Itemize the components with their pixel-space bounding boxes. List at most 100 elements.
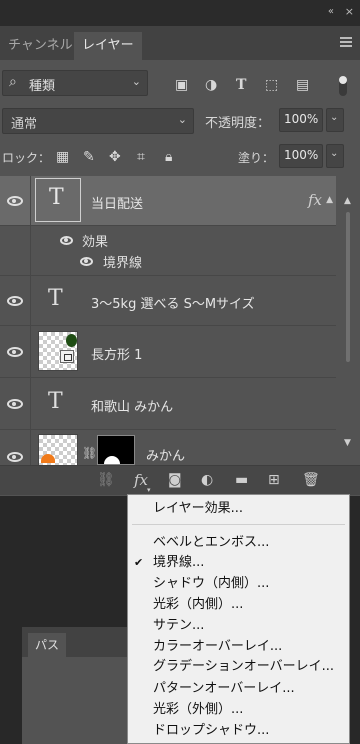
- layer-list-scrollbar[interactable]: ▲ ▼: [336, 176, 360, 465]
- menu-item-satin[interactable]: サテン...: [128, 616, 349, 636]
- divider: [30, 176, 31, 225]
- fill-label: 塗り：: [238, 151, 275, 165]
- filter-kind-select[interactable]: ⌕ 種類 ⌄: [2, 70, 148, 96]
- lock-label: ロック：: [2, 151, 51, 165]
- menu-separator: [132, 524, 345, 525]
- layer-row-1[interactable]: T 当日配送 fx ▲: [0, 176, 336, 226]
- layer-row-2[interactable]: T 3～5kg 選べる S～Mサイズ: [0, 276, 336, 326]
- layer-name[interactable]: 長方形 1: [91, 344, 142, 363]
- filter-kind-label: 種類: [29, 79, 56, 94]
- layer-row-4[interactable]: T 和歌山 みかん: [0, 378, 336, 430]
- effects-group: 効果 境界線: [0, 226, 336, 276]
- close-icon[interactable]: ×: [345, 5, 354, 18]
- type-icon: T: [48, 286, 63, 311]
- layer-mask-thumbnail[interactable]: [97, 435, 135, 465]
- chevron-down-icon: ⌄: [131, 75, 141, 88]
- divider: [30, 430, 31, 465]
- scroll-up-icon[interactable]: ▲: [344, 196, 351, 206]
- new-layer-icon[interactable]: ⊞: [268, 472, 280, 488]
- fx-icon[interactable]: fx: [134, 472, 148, 488]
- new-group-icon[interactable]: ▬: [235, 472, 248, 488]
- type-icon: T: [49, 185, 64, 210]
- divider: [30, 326, 31, 377]
- fill-value: 100%: [284, 148, 319, 162]
- layer-effects-menu: レイヤー効果... ベベルとエンボス... 境界線... シャドウ（内側）...…: [127, 494, 350, 744]
- scroll-thumb[interactable]: [346, 212, 350, 362]
- fill-dropdown[interactable]: ⌄: [326, 144, 344, 168]
- search-icon: ⌕: [9, 74, 17, 90]
- type-filter-icon[interactable]: T: [236, 77, 246, 93]
- menu-item-gradient-overlay[interactable]: グラデーションオーバーレイ...: [128, 657, 349, 677]
- visibility-eye-icon[interactable]: [7, 196, 23, 206]
- layer-name[interactable]: 和歌山 みかん: [91, 396, 173, 415]
- paths-panel: パス: [22, 627, 132, 744]
- layers-bottom-bar: ⛓︎ fx ▾ ◙ ◐ ▬ ⊞ 🗑︎: [0, 465, 360, 495]
- stroke-effect-eye-icon[interactable]: [80, 257, 93, 266]
- image-filter-icon[interactable]: ▣: [175, 77, 188, 93]
- visibility-eye-icon[interactable]: [7, 452, 23, 462]
- opacity-dropdown[interactable]: ⌄: [326, 108, 344, 132]
- menu-item-layer-effects[interactable]: レイヤー効果...: [128, 499, 349, 519]
- blend-mode-select[interactable]: 通常 ⌄: [2, 108, 194, 134]
- trash-icon[interactable]: 🗑︎: [302, 472, 320, 488]
- visibility-eye-icon[interactable]: [7, 347, 23, 357]
- shape-filter-icon[interactable]: ⬚: [265, 77, 278, 93]
- adjustment-layer-icon[interactable]: ◐: [201, 472, 213, 488]
- menu-item-inner-glow[interactable]: 光彩（内側）...: [128, 595, 349, 615]
- panel-dock-header: « ×: [0, 0, 360, 26]
- scroll-down-icon[interactable]: ▼: [344, 438, 351, 448]
- stroke-effect-label[interactable]: 境界線: [103, 252, 142, 271]
- filter-toggle[interactable]: [339, 76, 347, 96]
- adjustment-filter-icon[interactable]: ◑: [205, 77, 217, 93]
- paths-panel-tabs: パス: [22, 627, 132, 657]
- lock-transparency-icon[interactable]: ▦: [56, 149, 69, 165]
- menu-item-outer-glow[interactable]: 光彩（外側）...: [128, 700, 349, 720]
- tab-paths[interactable]: パス: [28, 633, 66, 657]
- smart-object-filter-icon[interactable]: ▤: [296, 77, 309, 93]
- fill-input[interactable]: 100%: [279, 144, 323, 168]
- menu-item-inner-shadow[interactable]: シャドウ（内側）...: [128, 574, 349, 594]
- link-icon[interactable]: ⛓︎: [82, 446, 97, 460]
- blend-mode-value: 通常: [11, 117, 38, 132]
- fx-icon[interactable]: fx: [308, 191, 322, 209]
- add-mask-icon[interactable]: ◙: [168, 472, 182, 488]
- menu-item-bevel-emboss[interactable]: ベベルとエンボス...: [128, 533, 349, 553]
- opacity-label: 不透明度：: [205, 116, 271, 131]
- layers-panel: チャンネル レイヤー ⌕ 種類 ⌄ ▣ ◑ T ⬚ ▤ 通常 ⌄ 不透明度： 1…: [0, 26, 360, 496]
- orange-preview: [41, 454, 55, 463]
- shape-layer-icon: [60, 350, 74, 363]
- menu-item-pattern-overlay[interactable]: パターンオーバーレイ...: [128, 679, 349, 699]
- visibility-eye-icon[interactable]: [7, 399, 23, 409]
- link-layers-icon[interactable]: ⛓︎: [97, 472, 115, 488]
- layer-row-3[interactable]: 長方形 1: [0, 326, 336, 378]
- layer-name[interactable]: 3～5kg 選べる S～Mサイズ: [91, 293, 255, 312]
- layer-row-5[interactable]: ⛓︎ みかん: [0, 430, 336, 465]
- collapse-panels-icon[interactable]: «: [328, 6, 334, 17]
- panel-menu-icon[interactable]: [340, 37, 352, 47]
- blend-row: 通常 ⌄ 不透明度： 100% ⌄: [0, 108, 360, 136]
- layer-name[interactable]: 当日配送: [91, 193, 143, 212]
- lock-row: ロック： ▦ ✎ ✥ ⌗ 🔒︎ 塗り： 100% ⌄: [0, 142, 360, 172]
- menu-item-color-overlay[interactable]: カラーオーバーレイ...: [128, 637, 349, 657]
- visibility-eye-icon[interactable]: [7, 296, 23, 306]
- lock-position-icon[interactable]: ✥: [109, 149, 121, 165]
- divider: [30, 226, 31, 275]
- menu-item-drop-shadow[interactable]: ドロップシャドウ...: [128, 721, 349, 741]
- layer-name[interactable]: みかん: [146, 445, 185, 464]
- opacity-input[interactable]: 100%: [279, 108, 323, 132]
- type-icon: T: [48, 389, 63, 414]
- lock-all-icon[interactable]: 🔒︎: [165, 149, 172, 165]
- opacity-value: 100%: [284, 112, 319, 126]
- chevron-down-icon: ⌄: [330, 148, 339, 159]
- divider: [30, 378, 31, 429]
- menu-item-stroke[interactable]: 境界線...: [128, 553, 349, 573]
- tab-channels[interactable]: チャンネル: [0, 32, 81, 60]
- lock-artboard-icon[interactable]: ⌗: [137, 149, 145, 165]
- collapse-effects-icon[interactable]: ▲: [326, 195, 333, 205]
- layer-list: T 当日配送 fx ▲ 効果 境界線 T 3～5kg 選べる S～Mサイズ 長方…: [0, 176, 336, 465]
- chevron-down-icon: ⌄: [177, 113, 187, 126]
- effects-eye-icon[interactable]: [60, 236, 73, 245]
- tab-layers[interactable]: レイヤー: [74, 32, 142, 60]
- lock-brush-icon[interactable]: ✎: [83, 149, 95, 165]
- chevron-down-icon: ⌄: [330, 112, 339, 123]
